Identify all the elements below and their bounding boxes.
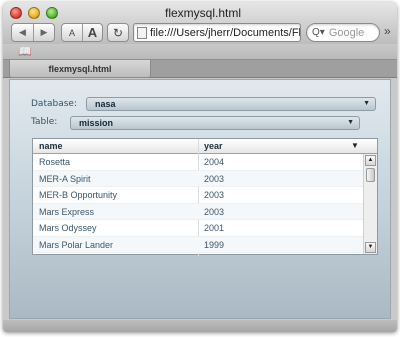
cell-year: 2004 (204, 157, 225, 167)
close-window-button[interactable] (10, 7, 22, 19)
table-value: mission (79, 118, 114, 128)
forward-button[interactable]: ▶ (32, 24, 54, 41)
book-icon[interactable]: 📖 (18, 45, 32, 58)
back-forward-group: ◀ ▶ (11, 23, 55, 42)
scroll-thumb[interactable] (366, 168, 375, 182)
table-row[interactable]: Mars Odyssey 2001 (33, 220, 363, 237)
page-icon (137, 26, 147, 39)
cell-year: 2003 (204, 206, 225, 217)
search-icon: Q▾ (312, 27, 325, 38)
toolbar-overflow-icon[interactable]: » (384, 24, 391, 38)
address-text: file:///Users/jherr/Documents/Fl (150, 26, 301, 39)
table-label: Table: (31, 117, 58, 127)
reload-button[interactable]: ↻ (107, 23, 129, 42)
address-bar[interactable]: file:///Users/jherr/Documents/Fl (133, 23, 301, 42)
cell-year: 2003 (204, 190, 225, 200)
text-smaller-button[interactable]: A (62, 28, 82, 38)
vertical-scrollbar[interactable]: ▲ ▼ (363, 154, 377, 254)
table-row[interactable]: Mars Polar Lander 1999 (33, 236, 363, 253)
reload-icon: ↻ (112, 25, 124, 40)
tab-strip: flexmysql.html (3, 60, 397, 78)
back-arrow-icon: ◀ (19, 27, 26, 37)
search-placeholder: Google (328, 26, 365, 39)
table-row[interactable]: MER-A Spirit 2003 (33, 170, 363, 187)
table-row[interactable]: MER-B Opportunity 2003 (33, 187, 363, 204)
database-value: nasa (95, 99, 116, 109)
chevron-down-icon: ▼ (363, 100, 370, 107)
data-grid[interactable]: name year ▼ Rosetta 2004 MER-A Spirit 20… (32, 138, 378, 256)
cell-name: Mars Express (39, 206, 95, 217)
cell-name: Mars Odyssey (39, 223, 97, 233)
forward-arrow-icon: ▶ (40, 27, 48, 37)
tab-flexmysql[interactable]: flexmysql.html (9, 60, 151, 78)
scroll-down-icon[interactable]: ▼ (365, 242, 376, 253)
chevron-down-icon: ▼ (347, 119, 354, 126)
cell-name: MER-B Opportunity (39, 190, 118, 200)
window-title: flexmysql.html (164, 6, 241, 20)
database-select[interactable]: nasa ▼ (86, 97, 376, 111)
scroll-up-icon[interactable]: ▲ (365, 155, 376, 166)
bookmarks-bar: 📖 (3, 44, 397, 60)
grid-header: name year ▼ (33, 139, 377, 154)
cell-name: Rosetta (39, 157, 71, 167)
sort-descending-icon[interactable]: ▼ (351, 141, 359, 150)
back-button[interactable]: ◀ (12, 24, 33, 41)
text-bigger-button[interactable]: A (81, 24, 102, 41)
column-header-name[interactable]: name (39, 141, 63, 151)
cell-name: Mars Polar Lander (39, 239, 114, 250)
cell-name: MER-A Spirit (39, 173, 91, 184)
text-size-group: A A (61, 23, 103, 42)
database-label: Database: (31, 99, 77, 109)
table-row[interactable]: Mars Express 2003 (33, 203, 363, 220)
minimize-window-button[interactable] (28, 7, 40, 19)
table-row[interactable]: Rosetta 2004 (33, 154, 363, 171)
column-header-year[interactable]: year (204, 141, 223, 151)
grid-rows: Rosetta 2004 MER-A Spirit 2003 MER-B Opp… (33, 154, 363, 253)
search-field[interactable]: Q▾ Google (306, 23, 380, 42)
window-bottom-bar (3, 320, 397, 332)
cell-year: 2001 (204, 223, 225, 233)
cell-year: 1999 (204, 239, 225, 250)
title-bar: flexmysql.html ◀ ▶ A A ↻ file:///Users/j… (3, 2, 397, 44)
browser-window: flexmysql.html ◀ ▶ A A ↻ file:///Users/j… (3, 2, 397, 332)
table-select[interactable]: mission ▼ (70, 116, 360, 130)
zoom-window-button[interactable] (46, 7, 58, 19)
cell-year: 2003 (204, 173, 225, 184)
page-content: Database: nasa ▼ Table: mission ▼ name y… (9, 79, 391, 319)
